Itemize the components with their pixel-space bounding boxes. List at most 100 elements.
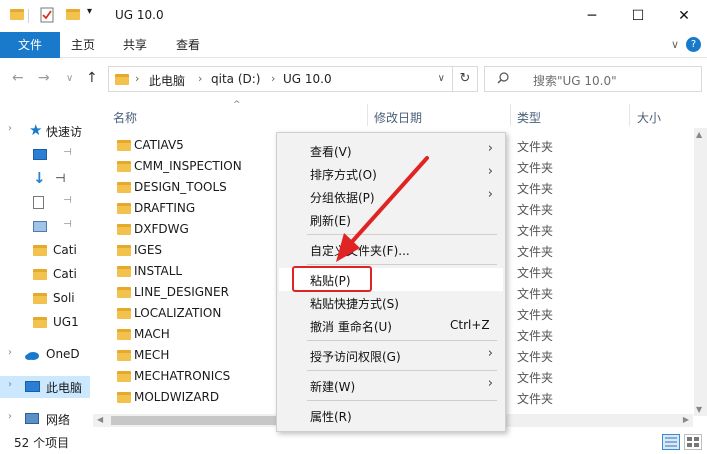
menu-item-label: 授予访问权限(G) bbox=[310, 350, 401, 364]
breadcrumb-separator[interactable]: › bbox=[135, 72, 139, 85]
sidebar-item-label: 此电脑 bbox=[46, 381, 83, 395]
scroll-right-icon[interactable]: ▶ bbox=[683, 415, 689, 424]
menu-item-label: 新建(W) bbox=[310, 380, 356, 394]
menu-item-customize-folder[interactable]: 自定义文件夹(F)... bbox=[279, 238, 503, 261]
menu-separator bbox=[307, 370, 497, 371]
sidebar-item-folder[interactable]: Soli bbox=[0, 288, 90, 310]
menu-item-give-access[interactable]: 授予访问权限(G) › bbox=[279, 344, 503, 367]
chevron-right-icon[interactable]: › bbox=[8, 123, 12, 134]
minimize-button[interactable]: ─ bbox=[569, 0, 615, 32]
menu-item-properties[interactable]: 属性(R) bbox=[279, 404, 503, 427]
chevron-right-icon: › bbox=[487, 164, 493, 179]
ribbon-collapse-icon[interactable]: ∨ bbox=[671, 38, 679, 51]
vertical-scrollbar[interactable]: ▲ ▼ bbox=[694, 128, 707, 416]
tab-file[interactable]: 文件 bbox=[0, 32, 60, 58]
menu-item-label: 粘贴快捷方式(S) bbox=[310, 297, 399, 311]
breadcrumb-separator[interactable]: › bbox=[271, 72, 275, 85]
breadcrumb-this-pc[interactable]: 此电脑 bbox=[149, 72, 185, 89]
maximize-button[interactable]: ☐ bbox=[615, 0, 661, 32]
chevron-right-icon[interactable]: › bbox=[8, 411, 12, 422]
menu-item-label: 查看(V) bbox=[310, 145, 352, 159]
chevron-right-icon[interactable]: › bbox=[8, 347, 12, 358]
sidebar-item-label: 快速访 bbox=[46, 125, 83, 139]
sidebar-item-network[interactable]: › 网络 bbox=[0, 408, 90, 430]
sidebar-item-documents[interactable]: ⊣ bbox=[0, 192, 90, 214]
folder-icon bbox=[117, 203, 131, 214]
menu-item-undo-rename[interactable]: 撤消 重命名(U) Ctrl+Z bbox=[279, 314, 503, 337]
sidebar-item-quick-access[interactable]: › ★ 快速访 bbox=[0, 120, 90, 142]
back-button[interactable]: ← bbox=[12, 70, 24, 86]
properties-icon[interactable] bbox=[40, 7, 54, 23]
sidebar-item-desktop[interactable]: ⊣ bbox=[0, 144, 90, 166]
sidebar-item-downloads[interactable]: ↓ ⊣ bbox=[0, 168, 90, 190]
menu-item-new[interactable]: 新建(W) › bbox=[279, 374, 503, 397]
tab-home[interactable]: 主页 bbox=[71, 32, 95, 58]
address-bar[interactable]: › 此电脑 › qita (D:) › UG 10.0 ∨ bbox=[108, 66, 478, 92]
column-divider[interactable] bbox=[629, 104, 630, 126]
menu-item-view[interactable]: 查看(V) › bbox=[279, 139, 503, 162]
sidebar-item-label: Cati bbox=[53, 243, 77, 257]
menu-item-sort-by[interactable]: 排序方式(O) › bbox=[279, 162, 503, 185]
refresh-button[interactable]: ↻ bbox=[452, 66, 478, 92]
sidebar-item-this-pc[interactable]: › 此电脑 bbox=[0, 376, 90, 398]
recent-locations-button[interactable]: ∨ bbox=[66, 73, 73, 84]
large-icons-view-button[interactable] bbox=[684, 434, 702, 450]
desktop-icon bbox=[33, 149, 47, 160]
scroll-up-icon[interactable]: ▲ bbox=[696, 130, 702, 139]
menu-item-label: 分组依据(P) bbox=[310, 191, 375, 205]
file-type: 文件夹 bbox=[517, 287, 554, 301]
folder-icon bbox=[117, 287, 131, 298]
network-icon bbox=[25, 413, 39, 424]
column-divider[interactable] bbox=[510, 104, 511, 126]
forward-button[interactable]: → bbox=[38, 70, 50, 86]
file-type: 文件夹 bbox=[517, 203, 554, 217]
folder-icon bbox=[115, 74, 129, 85]
folder-icon bbox=[117, 161, 131, 172]
search-box[interactable]: 搜索"UG 10.0" bbox=[484, 66, 702, 92]
new-folder-icon[interactable] bbox=[66, 9, 80, 20]
help-icon[interactable]: ? bbox=[686, 37, 701, 52]
file-name: MECHATRONICS bbox=[134, 369, 231, 383]
sidebar-item-label: UG1 bbox=[53, 315, 79, 329]
close-button[interactable]: ✕ bbox=[661, 0, 707, 32]
menu-item-refresh[interactable]: 刷新(E) bbox=[279, 208, 503, 231]
quick-access-dropdown-icon[interactable]: ▾ bbox=[87, 6, 92, 17]
menu-item-paste-shortcut[interactable]: 粘贴快捷方式(S) bbox=[279, 291, 503, 314]
scrollbar-thumb[interactable] bbox=[111, 416, 281, 425]
folder-icon bbox=[33, 317, 47, 328]
column-divider[interactable] bbox=[367, 104, 368, 126]
tab-view[interactable]: 查看 bbox=[176, 32, 200, 58]
folder-icon bbox=[33, 269, 47, 280]
sidebar-item-folder[interactable]: UG1 bbox=[0, 312, 90, 334]
address-dropdown-icon[interactable]: ∨ bbox=[438, 73, 445, 84]
tab-share[interactable]: 共享 bbox=[123, 32, 147, 58]
file-name: LINE_DESIGNER bbox=[134, 285, 229, 299]
folder-icon bbox=[117, 308, 131, 319]
scroll-left-icon[interactable]: ◀ bbox=[97, 415, 103, 424]
chevron-right-icon[interactable]: › bbox=[8, 379, 12, 390]
folder-icon bbox=[117, 140, 131, 151]
title-bar: ▾ UG 10.0 ─ ☐ ✕ bbox=[0, 0, 707, 32]
menu-separator bbox=[307, 340, 497, 341]
sidebar-item-pictures[interactable]: ⊣ bbox=[0, 216, 90, 238]
details-view-button[interactable] bbox=[662, 434, 680, 450]
menu-item-group-by[interactable]: 分组依据(P) › bbox=[279, 185, 503, 208]
pc-icon bbox=[25, 381, 40, 392]
large-icons-view-icon bbox=[687, 437, 699, 447]
breadcrumb-drive[interactable]: qita (D:) bbox=[211, 72, 260, 86]
column-modified[interactable]: 修改日期 bbox=[374, 109, 422, 126]
sidebar-item-label: OneD bbox=[46, 347, 80, 361]
sidebar-item-onedrive[interactable]: › OneD bbox=[0, 344, 90, 366]
sidebar-item-folder[interactable]: Cati bbox=[0, 264, 90, 286]
breadcrumb-separator[interactable]: › bbox=[198, 72, 202, 85]
folder-icon bbox=[117, 371, 131, 382]
breadcrumb-ug[interactable]: UG 10.0 bbox=[283, 72, 332, 86]
up-button[interactable]: ↑ bbox=[86, 70, 98, 86]
column-name[interactable]: 名称 bbox=[113, 109, 137, 126]
sidebar-item-folder[interactable]: Cati bbox=[0, 240, 90, 262]
scroll-down-icon[interactable]: ▼ bbox=[696, 405, 702, 414]
menu-item-label: 刷新(E) bbox=[310, 214, 351, 228]
details-view-icon bbox=[665, 437, 677, 447]
column-type[interactable]: 类型 bbox=[517, 109, 541, 126]
column-size[interactable]: 大小 bbox=[637, 109, 661, 126]
